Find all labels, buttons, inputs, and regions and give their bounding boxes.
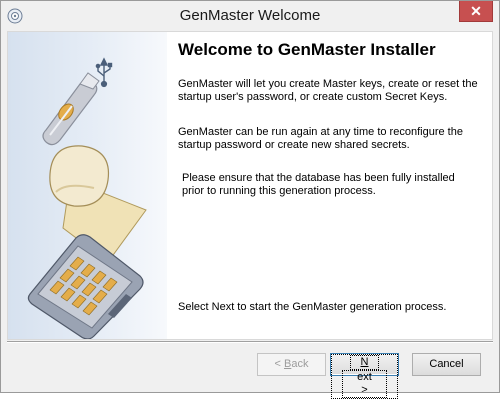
cancel-button[interactable]: Cancel: [412, 353, 481, 376]
next-button[interactable]: Next >: [330, 353, 399, 399]
window-title: GenMaster Welcome: [179, 7, 321, 24]
page-title: Welcome to GenMaster Installer: [178, 40, 436, 59]
next-button-focus: Next >: [331, 354, 398, 399]
keypad-device-icon: [27, 234, 144, 339]
usb-symbol-icon: [95, 57, 113, 88]
title-bar[interactable]: GenMaster Welcome ✕: [1, 1, 499, 31]
close-icon: ✕: [470, 3, 482, 19]
back-button-label: ack: [291, 358, 309, 370]
wizard-sidebar-graphic: [8, 32, 167, 339]
next-button-hotkey: N: [349, 355, 380, 370]
next-button-label: ext >: [342, 370, 387, 398]
wizard-content: Welcome to GenMaster Installer GenMaster…: [7, 31, 493, 340]
next-instruction-paragraph: Select Next to start the GenMaster gener…: [178, 301, 447, 313]
rerun-paragraph: GenMaster can be run again at any time t…: [178, 126, 463, 151]
back-button[interactable]: < Back: [257, 353, 326, 376]
close-button[interactable]: ✕: [459, 1, 493, 22]
database-notice-paragraph: Please ensure that the database has been…: [182, 172, 455, 197]
footer-divider: [7, 341, 493, 343]
usb-key-icon: [42, 72, 100, 146]
back-button-prefix: <: [274, 358, 284, 370]
installer-window: GenMaster Welcome ✕ Welcome to GenMaster…: [0, 0, 500, 399]
intro-paragraph: GenMaster will let you create Master key…: [178, 78, 478, 103]
